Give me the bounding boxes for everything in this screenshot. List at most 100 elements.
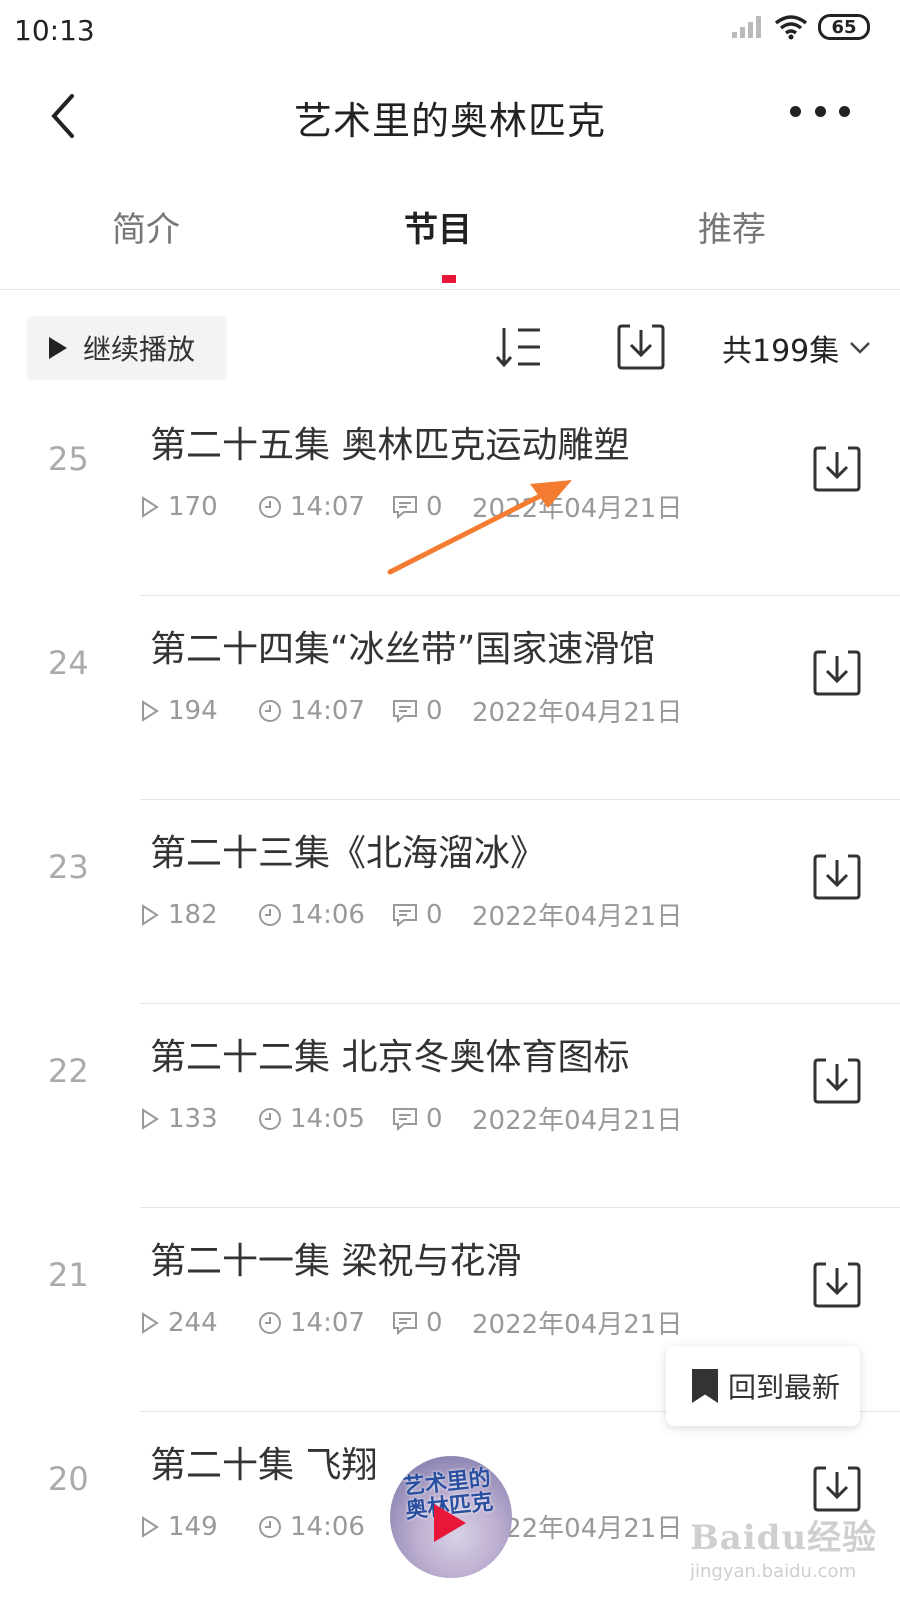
episode-meta: 182 14:06 0 2022年04月21日 <box>140 896 682 933</box>
episode-title: 第二十三集《北海溜冰》 <box>150 833 547 874</box>
episode-number: 20 <box>48 1460 89 1498</box>
duration: 14:05 <box>258 1104 392 1134</box>
play-count: 182 <box>140 900 258 930</box>
play-outline-icon <box>142 903 159 926</box>
app-header: 艺术里的奥林匹克 <box>0 60 900 170</box>
episode-number: 22 <box>48 1052 89 1090</box>
comment-count: 0 <box>392 900 472 930</box>
duration-value: 14:07 <box>290 491 365 522</box>
comment-count-value: 0 <box>426 899 443 930</box>
publish-date: 2022年04月21日 <box>472 494 683 524</box>
tab-episodes[interactable]: 节目 <box>404 202 472 251</box>
status-time: 10:13 <box>14 14 95 47</box>
battery-level: 65 <box>831 16 857 38</box>
mini-player[interactable]: 艺术里的奥林匹克 <box>390 1456 512 1578</box>
continue-play-label: 继续播放 <box>83 333 196 366</box>
watermark-logo: Baidu经验 <box>690 1518 878 1558</box>
duration-value: 14:05 <box>290 1103 365 1134</box>
publish-date: 2022年04月21日 <box>472 698 683 728</box>
bookmark-icon <box>692 1369 718 1403</box>
episode-title: 第二十四集“冰丝带”国家速滑馆 <box>150 629 656 670</box>
play-count-value: 149 <box>168 1511 218 1542</box>
mini-play-icon <box>434 1504 466 1542</box>
download-all-icon[interactable] <box>616 322 666 372</box>
episode-number: 25 <box>48 440 89 478</box>
play-outline-icon <box>142 1515 159 1538</box>
episode-row[interactable]: 25 第二十五集 奥林匹克运动雕塑 170 14:07 0 2022年04月21… <box>0 392 900 596</box>
duration-value: 14:07 <box>290 695 365 726</box>
episode-title: 第二十一集 梁祝与花滑 <box>150 1241 522 1282</box>
duration-value: 14:07 <box>290 1307 365 1338</box>
episode-count-dropdown[interactable]: 共199集 <box>722 326 871 370</box>
publish-date: 2022年04月21日 <box>472 1106 683 1136</box>
play-count-value: 244 <box>168 1307 218 1338</box>
comment-icon <box>393 1107 417 1131</box>
back-to-latest-button[interactable]: 回到最新 <box>666 1346 860 1426</box>
play-count: 133 <box>140 1104 258 1134</box>
chevron-down-icon <box>850 342 871 354</box>
episode-number: 21 <box>48 1256 89 1294</box>
watermark: Baidu经验 jingyan.baidu.com <box>690 1510 890 1582</box>
more-options-icon[interactable] <box>790 96 850 126</box>
play-count: 194 <box>140 696 258 726</box>
duration: 14:07 <box>258 492 392 522</box>
back-to-latest-label: 回到最新 <box>728 1371 841 1404</box>
comment-icon <box>393 1311 417 1335</box>
play-count: 244 <box>140 1308 258 1338</box>
battery-indicator: 65 <box>818 14 870 40</box>
download-icon[interactable] <box>812 852 862 902</box>
play-count: 149 <box>140 1512 258 1542</box>
comment-count-value: 0 <box>426 491 443 522</box>
episode-meta: 194 14:07 0 2022年04月21日 <box>140 692 682 729</box>
clock-icon <box>259 1515 281 1538</box>
episode-toolbar: 继续播放 共199集 <box>0 316 900 384</box>
episode-title: 第二十二集 北京冬奥体育图标 <box>150 1037 630 1078</box>
episode-meta: 133 14:05 0 2022年04月21日 <box>140 1100 682 1137</box>
download-icon[interactable] <box>812 648 862 698</box>
comment-icon <box>393 495 417 519</box>
episode-meta: 244 14:07 0 2022年04月21日 <box>140 1304 682 1341</box>
active-tab-indicator <box>442 275 456 283</box>
duration-value: 14:06 <box>290 899 365 930</box>
comment-icon <box>393 903 417 927</box>
status-bar: 10:13 65 <box>0 0 900 60</box>
wifi-icon <box>774 15 808 40</box>
episode-count-label: 共199集 <box>722 334 840 369</box>
episode-number: 24 <box>48 644 89 682</box>
watermark-url: jingyan.baidu.com <box>690 1561 857 1582</box>
episode-number: 23 <box>48 848 89 886</box>
play-count-value: 133 <box>168 1103 218 1134</box>
duration-value: 14:06 <box>290 1511 365 1542</box>
duration: 14:07 <box>258 1308 392 1338</box>
play-icon <box>49 337 67 359</box>
download-icon[interactable] <box>812 1260 862 1310</box>
play-count-value: 194 <box>168 695 218 726</box>
tab-recommend[interactable]: 推荐 <box>698 202 766 251</box>
comment-icon <box>393 699 417 723</box>
clock-icon <box>259 699 281 722</box>
continue-play-button[interactable]: 继续播放 <box>27 316 227 380</box>
download-icon[interactable] <box>812 1464 862 1514</box>
duration: 14:07 <box>258 696 392 726</box>
page-title: 艺术里的奥林匹克 <box>293 99 606 143</box>
download-icon[interactable] <box>812 444 862 494</box>
episode-row[interactable]: 23 第二十三集《北海溜冰》 182 14:06 0 2022年04月21日 <box>0 800 900 1004</box>
clock-icon <box>259 1107 281 1130</box>
episode-title: 第二十五集 奥林匹克运动雕塑 <box>150 425 630 466</box>
play-count-value: 170 <box>168 491 218 522</box>
download-icon[interactable] <box>812 1056 862 1106</box>
publish-date: 2022年04月21日 <box>472 1310 683 1340</box>
episode-row[interactable]: 22 第二十二集 北京冬奥体育图标 133 14:05 0 2022年04月21… <box>0 1004 900 1208</box>
play-outline-icon <box>142 495 159 518</box>
sort-icon[interactable] <box>494 322 546 374</box>
clock-icon <box>259 903 281 926</box>
tab-intro[interactable]: 简介 <box>112 202 180 251</box>
signal-icon <box>730 14 764 40</box>
play-count-value: 182 <box>168 899 218 930</box>
episode-row[interactable]: 24 第二十四集“冰丝带”国家速滑馆 194 14:07 0 2022年04月2… <box>0 596 900 800</box>
play-count: 170 <box>140 492 258 522</box>
status-icons: 65 <box>730 14 870 40</box>
clock-icon <box>259 495 281 518</box>
comment-count-value: 0 <box>426 1307 443 1338</box>
episode-title: 第二十集 飞翔 <box>150 1445 378 1486</box>
